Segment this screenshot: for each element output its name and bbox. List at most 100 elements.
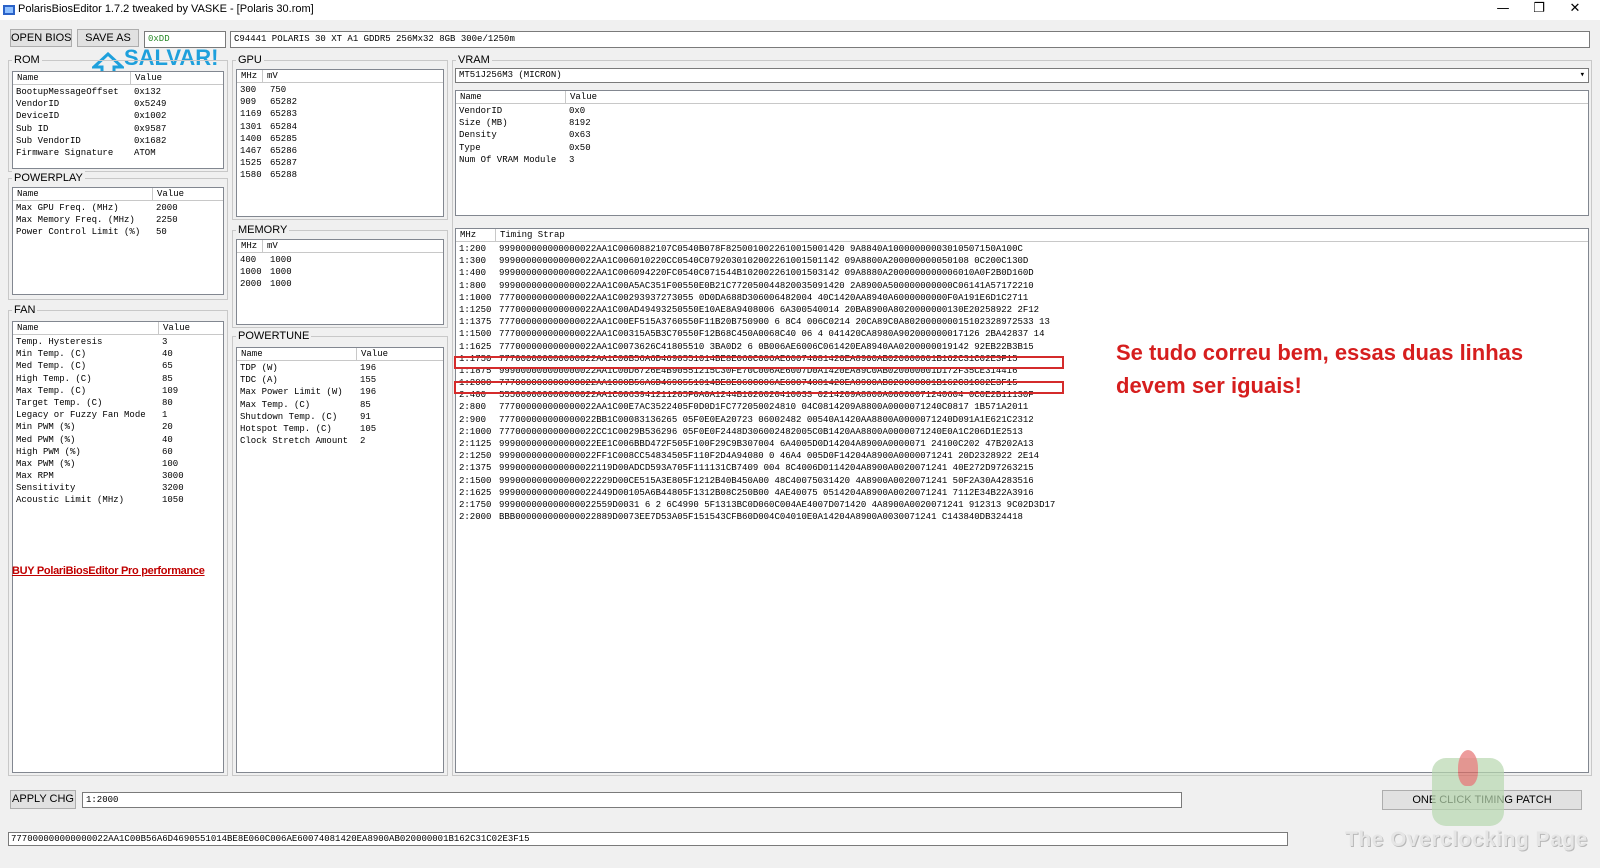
gpu-list[interactable]: MHz mV 300 750 909 65282 1169 65283 1301 65284 1… xyxy=(236,69,444,217)
col-value[interactable]: Value xyxy=(357,348,443,360)
col-name[interactable]: Name xyxy=(456,91,566,103)
table-row[interactable]: DeviceID 0x1002 xyxy=(13,110,223,122)
table-row[interactable]: Sub VendorID 0x1682 xyxy=(13,135,223,147)
col-mhz[interactable]: MHz xyxy=(237,240,263,252)
table-row[interactable]: 1169 65283 xyxy=(237,108,443,120)
table-row[interactable]: Max RPM 3000 xyxy=(13,470,223,482)
table-row[interactable]: 2:1125 999000000000000022EE1C006BBD472F50… xyxy=(456,438,1588,450)
table-row[interactable]: 1:1000 777000000000000022AA1C002939372730… xyxy=(456,292,1588,304)
strap-status-field[interactable]: 777000000000000022AA1C00B56A6D4690551014… xyxy=(8,832,1288,846)
table-row[interactable]: 2:900 777000000000000022BB1C00083136265 0… xyxy=(456,414,1588,426)
col-value[interactable]: Value xyxy=(131,72,223,84)
table-row[interactable]: Min PWM (%) 20 xyxy=(13,421,223,433)
bios-name-field[interactable]: C94441 POLARIS 30 XT A1 GDDR5 256Mx32 8G… xyxy=(230,31,1590,48)
cell-mv: 1000 xyxy=(270,267,292,278)
chevron-down-icon[interactable]: ▾ xyxy=(1580,69,1585,82)
table-row[interactable]: 1:200 999000000000000022AA1C0060882107C05… xyxy=(456,243,1588,255)
table-row[interactable]: Target Temp. (C) 80 xyxy=(13,397,223,409)
table-row[interactable]: Type 0x50 xyxy=(456,142,1588,154)
table-row[interactable]: Max Memory Freq. (MHz) 2250 xyxy=(13,214,223,226)
table-row[interactable]: 2:1375 999000000000000022119D00ADCD593A70… xyxy=(456,462,1588,474)
col-mhz[interactable]: MHz xyxy=(237,70,263,82)
table-row[interactable]: Power Control Limit (%) 50 xyxy=(13,226,223,238)
table-row[interactable]: TDC (A) 155 xyxy=(237,374,443,386)
col-name[interactable]: Name xyxy=(13,322,159,334)
table-row[interactable]: 2000 1000 xyxy=(237,278,443,290)
powerplay-list[interactable]: Name Value Max GPU Freq. (MHz) 2000 Max Me… xyxy=(12,187,224,295)
table-row[interactable]: 1:1375 777000000000000022AA1C00EF515A3760… xyxy=(456,316,1588,328)
table-row[interactable]: 1580 65288 xyxy=(237,169,443,181)
table-row[interactable]: Med PWM (%) 40 xyxy=(13,434,223,446)
table-row[interactable]: 2:1000 777000000000000022CC1C0029B536296 … xyxy=(456,426,1588,438)
strap-id-field[interactable]: 1:2000 xyxy=(82,792,1182,808)
table-row[interactable]: 1400 65285 xyxy=(237,133,443,145)
table-row[interactable]: TDP (W) 196 xyxy=(237,362,443,374)
col-timing-strap[interactable]: Timing Strap xyxy=(496,229,1588,241)
table-row[interactable]: 1:300 999000000000000022AA1C006010220CC05… xyxy=(456,255,1588,267)
table-row[interactable]: Max Power Limit (W) 196 xyxy=(237,386,443,398)
col-mhz[interactable]: MHz xyxy=(456,229,496,241)
table-row[interactable]: Density 0x63 xyxy=(456,129,1588,141)
col-name[interactable]: Name xyxy=(13,72,131,84)
table-row[interactable]: Acoustic Limit (MHz) 1050 xyxy=(13,494,223,506)
col-value[interactable]: Value xyxy=(159,322,223,334)
table-row[interactable]: 400 1000 xyxy=(237,254,443,266)
table-row[interactable]: VendorID 0x0 xyxy=(456,105,1588,117)
powertune-list[interactable]: Name Value TDP (W) 196 TDC (A) 155 Max Power… xyxy=(236,347,444,773)
table-row[interactable]: 909 65282 xyxy=(237,96,443,108)
timing-strap-list[interactable]: MHz Timing Strap 1:200 999000000000000022… xyxy=(455,228,1589,773)
col-value[interactable]: Value xyxy=(566,91,1588,103)
table-row[interactable]: Shutdown Temp. (C) 91 xyxy=(237,411,443,423)
vram-select[interactable]: MT51J256M3 (MICRON) ▾ xyxy=(455,68,1589,83)
table-row[interactable]: Min Temp. (C) 40 xyxy=(13,348,223,360)
fan-list[interactable]: Name Value Temp. Hysteresis 3 Min Temp. (C… xyxy=(12,321,224,773)
table-row[interactable]: 2:1500 999000000000000022229D00CE515A3E80… xyxy=(456,475,1588,487)
open-bios-button[interactable]: OPEN BIOS xyxy=(10,29,72,47)
cell-mv: 1000 xyxy=(270,255,292,265)
col-value[interactable]: Value xyxy=(153,188,223,200)
col-name[interactable]: Name xyxy=(13,188,153,200)
table-row[interactable]: 2:1625 999000000000000022449D00105A6B4480… xyxy=(456,487,1588,499)
table-row[interactable]: Sensitivity 3200 xyxy=(13,482,223,494)
table-row[interactable]: Max PWM (%) 100 xyxy=(13,458,223,470)
table-row[interactable]: 2:1250 999000000000000022FF1C008CC5483450… xyxy=(456,450,1588,462)
window-title: PolarisBiosEditor 1.7.2 tweaked by VASKE… xyxy=(18,3,314,15)
table-row[interactable]: 1:800 999000000000000022AA1C00A5AC351F005… xyxy=(456,280,1588,292)
table-row[interactable]: 1:1250 777000000000000022AA1C00AD49493250… xyxy=(456,304,1588,316)
table-row[interactable]: Max Temp. (C) 85 xyxy=(237,399,443,411)
table-row[interactable]: Size (MB) 8192 xyxy=(456,117,1588,129)
cell-mhz: 1525 xyxy=(240,158,262,169)
col-mv[interactable]: mV xyxy=(263,70,443,82)
table-row[interactable]: VendorID 0x5249 xyxy=(13,98,223,110)
table-row[interactable]: High Temp. (C) 85 xyxy=(13,373,223,385)
table-row[interactable]: 2:1750 999000000000000022559D0031 6 2 6C4… xyxy=(456,499,1588,511)
col-name[interactable]: Name xyxy=(237,348,357,360)
buy-pro-link[interactable]: BUY PolariBiosEditor Pro performance xyxy=(12,565,205,577)
table-row[interactable]: Legacy or Fuzzy Fan Mode 1 xyxy=(13,409,223,421)
vram-info-list[interactable]: Name Value VendorID 0x0 Size (MB) 8192 Densi… xyxy=(455,90,1589,216)
table-row[interactable]: Sub ID 0x9587 xyxy=(13,123,223,135)
table-row[interactable]: Firmware Signature ATOM xyxy=(13,147,223,159)
apply-chg-button[interactable]: APPLY CHG xyxy=(10,790,76,809)
table-row[interactable]: 1525 65287 xyxy=(237,157,443,169)
table-row[interactable]: Hotspot Temp. (C) 105 xyxy=(237,423,443,435)
col-mv[interactable]: mV xyxy=(263,240,443,252)
table-row[interactable]: 1301 65284 xyxy=(237,121,443,133)
table-row[interactable]: BootupMessageOffset 0x132 xyxy=(13,86,223,98)
table-row[interactable]: Temp. Hysteresis 3 xyxy=(13,336,223,348)
table-row[interactable]: Clock Stretch Amount 2 xyxy=(237,435,443,447)
table-row[interactable]: 1:400 999000000000000022AA1C006094220FC05… xyxy=(456,267,1588,279)
table-row[interactable]: Max GPU Freq. (MHz) 2000 xyxy=(13,202,223,214)
close-button[interactable]: ✕ xyxy=(1552,0,1598,20)
table-row[interactable]: High PWM (%) 60 xyxy=(13,446,223,458)
table-row[interactable]: Max Temp. (C) 109 xyxy=(13,385,223,397)
table-row[interactable]: Num Of VRAM Module 3 xyxy=(456,154,1588,166)
table-row[interactable]: 2:2000 BBB000000000000022889D0073EE7D53A0… xyxy=(456,511,1588,523)
rom-list[interactable]: Name Value BootupMessageOffset 0x132 Vendo… xyxy=(12,71,224,169)
memory-list[interactable]: MHz mV 400 1000 1000 1000 2000 1000 xyxy=(236,239,444,325)
table-row[interactable]: 2:800 777000000000000022AA1C00E7AC3522405… xyxy=(456,401,1588,413)
table-row[interactable]: 1467 65286 xyxy=(237,145,443,157)
table-row[interactable]: 300 750 xyxy=(237,84,443,96)
table-row[interactable]: 1000 1000 xyxy=(237,266,443,278)
table-row[interactable]: Med Temp. (C) 65 xyxy=(13,360,223,372)
